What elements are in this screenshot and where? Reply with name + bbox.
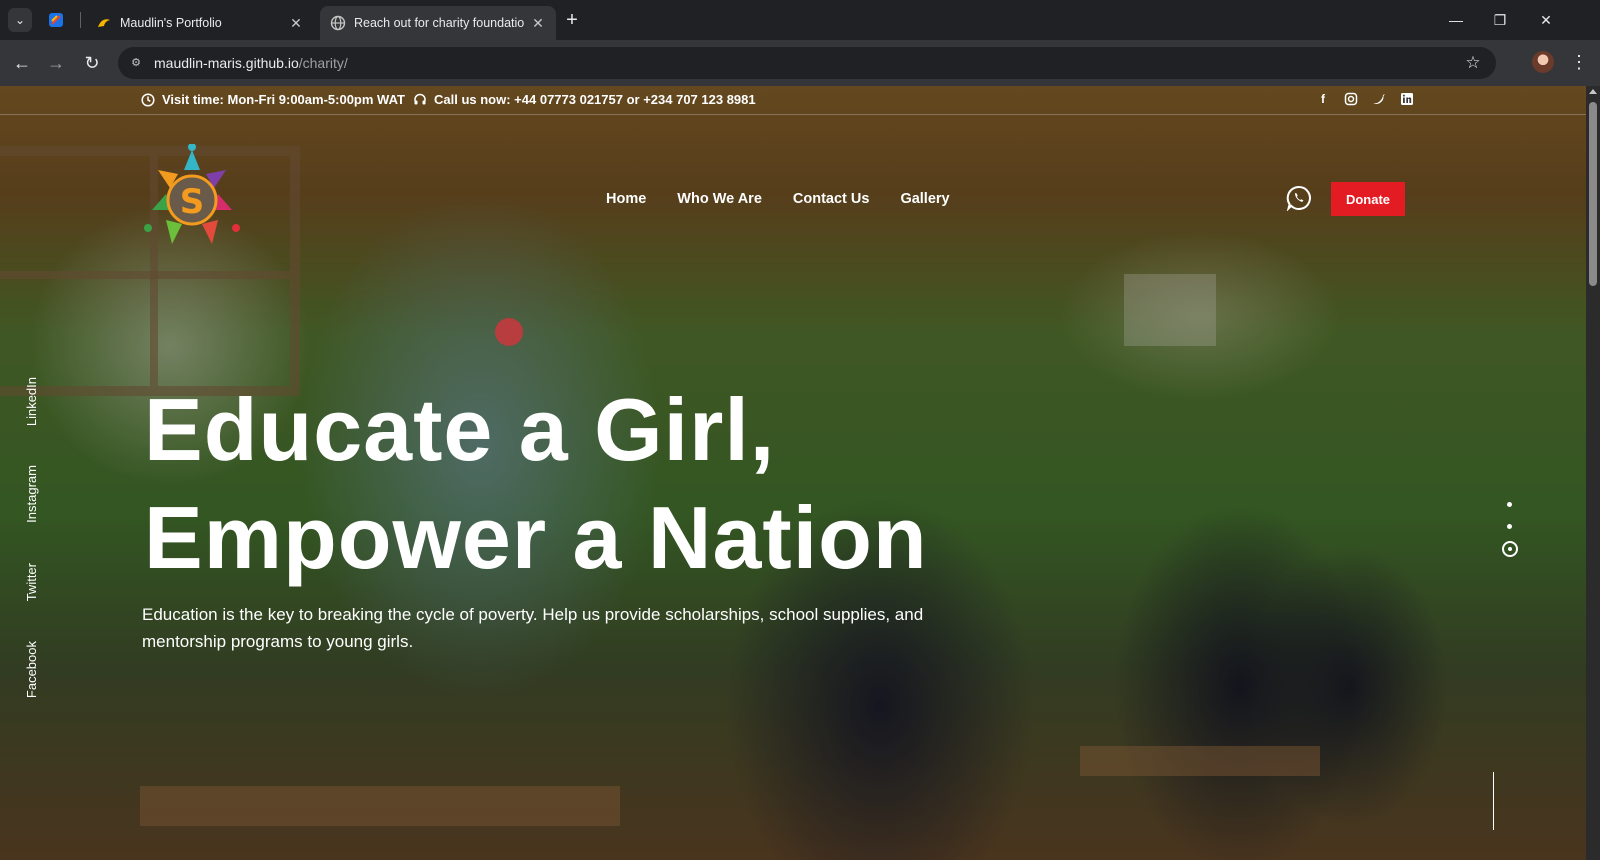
scrollbar-thumb[interactable] [1589, 102, 1597, 286]
slider-dot-3-active[interactable] [1502, 541, 1518, 557]
page-content: Visit time: Mon-Fri 9:00am-5:00pm WAT Ca… [0, 86, 1586, 860]
clock-icon [141, 92, 155, 107]
hero-section: Visit time: Mon-Fri 9:00am-5:00pm WAT Ca… [0, 86, 1586, 860]
slider-dot-1[interactable] [1507, 502, 1512, 507]
browser-menu-icon[interactable]: ⋮ [1568, 51, 1590, 73]
tab-charity-foundation[interactable]: Reach out for charity foundation ✕ [320, 6, 556, 40]
portfolio-favicon-icon [98, 19, 110, 27]
nav-who-we-are[interactable]: Who We Are [677, 191, 762, 207]
tab-title: Maudlin's Portfolio [120, 16, 222, 30]
instagram-icon[interactable] [1344, 92, 1358, 106]
nav-contact-us[interactable]: Contact Us [793, 191, 870, 207]
decorative-red-dot [495, 318, 523, 346]
browser-tab-strip: ⌄ Maudlin's Portfolio ✕ Reach out for ch… [0, 0, 1600, 40]
nav-home[interactable]: Home [606, 191, 646, 207]
forward-icon[interactable]: → [44, 51, 68, 75]
url-text[interactable]: maudlin-maris.github.io/charity/ [154, 55, 348, 71]
nav-gallery[interactable]: Gallery [900, 191, 949, 207]
page-scrollbar[interactable] [1586, 86, 1600, 860]
call-us[interactable]: Call us now: +44 07773 021757 or +234 70… [413, 92, 756, 107]
close-tab-icon[interactable]: ✕ [530, 15, 546, 31]
tab-maudlins-portfolio[interactable]: Maudlin's Portfolio ✕ [86, 6, 314, 40]
linkedin-icon[interactable] [1400, 92, 1414, 106]
main-nav: Home Who We Are Contact Us Gallery [606, 191, 950, 207]
hero-title-line-2: Empower a Nation [144, 488, 928, 587]
site-info-icon[interactable]: ⚙ [126, 53, 146, 73]
address-bar[interactable]: ⚙ maudlin-maris.github.io/charity/ ☆ [118, 47, 1496, 79]
globe-icon [330, 15, 346, 31]
reload-icon[interactable]: ↻ [80, 51, 104, 75]
tab-title: Reach out for charity foundation [354, 16, 524, 30]
pinned-tab-icon[interactable] [46, 10, 66, 30]
side-link-twitter[interactable]: Twitter [24, 563, 39, 601]
bookmark-star-icon[interactable]: ☆ [1462, 52, 1484, 74]
logo-letter: S [180, 182, 205, 222]
visit-time: Visit time: Mon-Fri 9:00am-5:00pm WAT [141, 92, 405, 107]
tab-separator [80, 12, 81, 28]
donate-button[interactable]: Donate [1331, 182, 1405, 216]
hero-title: Educate a Girl, Empower a Nation [144, 376, 928, 592]
url-host: maudlin-maris.github.io [154, 55, 299, 71]
side-link-instagram[interactable]: Instagram [24, 465, 39, 523]
restore-icon[interactable]: ❐ [1488, 8, 1512, 32]
scroll-up-arrow-icon[interactable] [1589, 89, 1597, 94]
call-us-text: Call us now: +44 07773 021757 or +234 70… [434, 92, 756, 107]
twitter-icon[interactable] [1372, 92, 1386, 106]
hero-title-line-1: Educate a Girl, [144, 380, 776, 479]
browser-toolbar: ← → ↻ ⚙ maudlin-maris.github.io/charity/… [0, 40, 1600, 86]
scroll-indicator-line [1493, 772, 1494, 830]
whatsapp-icon[interactable] [1286, 185, 1312, 211]
close-window-icon[interactable]: ✕ [1534, 8, 1558, 32]
headset-icon [414, 93, 426, 104]
tab-search-button[interactable]: ⌄ [8, 8, 32, 32]
hero-subtitle: Education is the key to breaking the cyc… [142, 605, 924, 651]
top-social-links: f [1316, 92, 1414, 106]
slider-dot-2[interactable] [1507, 524, 1512, 529]
visit-time-text: Visit time: Mon-Fri 9:00am-5:00pm WAT [162, 92, 405, 107]
profile-avatar[interactable] [1532, 51, 1554, 73]
minimize-icon[interactable]: — [1444, 8, 1468, 32]
facebook-icon[interactable]: f [1316, 92, 1330, 106]
side-link-linkedin[interactable]: LinkedIn [24, 377, 39, 426]
back-icon[interactable]: ← [10, 51, 34, 75]
close-tab-icon[interactable]: ✕ [288, 15, 304, 31]
new-tab-button[interactable]: + [562, 10, 582, 30]
info-topbar: Visit time: Mon-Fri 9:00am-5:00pm WAT Ca… [0, 86, 1586, 115]
url-path: /charity/ [298, 55, 348, 71]
site-logo[interactable]: S [142, 144, 242, 256]
side-link-facebook[interactable]: Facebook [24, 641, 39, 698]
